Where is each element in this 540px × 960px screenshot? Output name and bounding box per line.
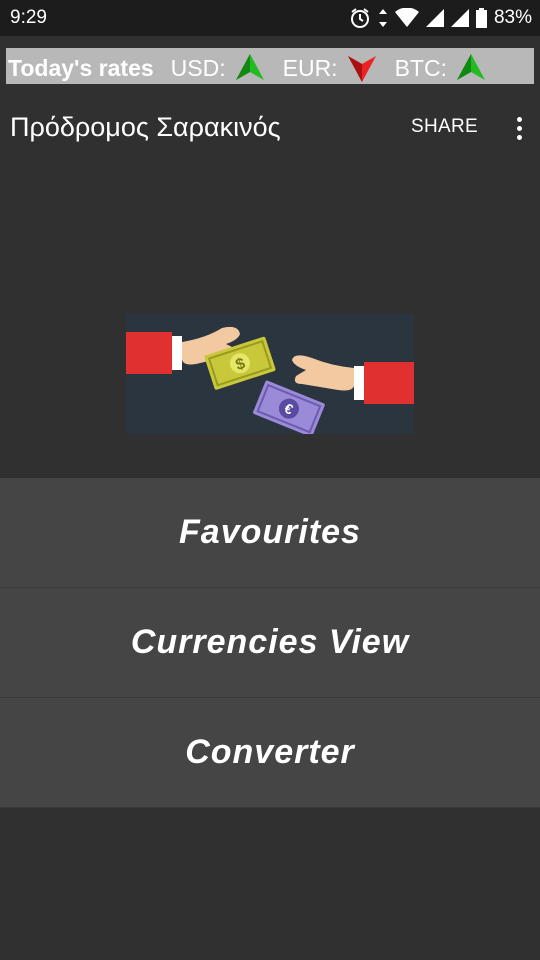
- btc-label: BTC:: [394, 54, 447, 81]
- app-bar: Πρόδρομος Σαρακινός SHARE: [0, 100, 540, 156]
- arrow-up-icon: [235, 54, 264, 80]
- more-vert-icon[interactable]: [508, 114, 530, 142]
- signal-icon: [450, 9, 469, 27]
- signal-icon: [425, 9, 444, 27]
- money-exchange-illustration: $ €: [126, 314, 414, 434]
- converter-button[interactable]: Converter: [0, 698, 540, 808]
- alarm-icon: [349, 7, 371, 29]
- share-button[interactable]: SHARE: [411, 116, 478, 138]
- ticker-title: Today's rates: [8, 54, 154, 81]
- battery-icon: [475, 8, 487, 28]
- wifi-icon: [394, 8, 419, 28]
- favourites-button[interactable]: Favourites: [0, 478, 540, 588]
- status-icons: 83%: [349, 6, 532, 30]
- usd-label: USD:: [170, 54, 226, 81]
- main-menu: Favourites Currencies View Converter: [0, 478, 540, 808]
- arrow-down-icon: [347, 56, 376, 82]
- eur-label: EUR:: [282, 54, 338, 81]
- currencies-view-button[interactable]: Currencies View: [0, 588, 540, 698]
- battery-percent: 83%: [493, 7, 532, 28]
- rates-ticker: Today's rates USD: EUR: BTC:: [6, 48, 534, 84]
- data-arrows-icon: [378, 7, 388, 29]
- status-bar: 9:29 83%: [0, 0, 540, 36]
- status-time: 9:29: [10, 7, 47, 28]
- app-title: Πρόδρομος Σαρακινός: [10, 112, 281, 142]
- arrow-up-icon: [456, 54, 485, 80]
